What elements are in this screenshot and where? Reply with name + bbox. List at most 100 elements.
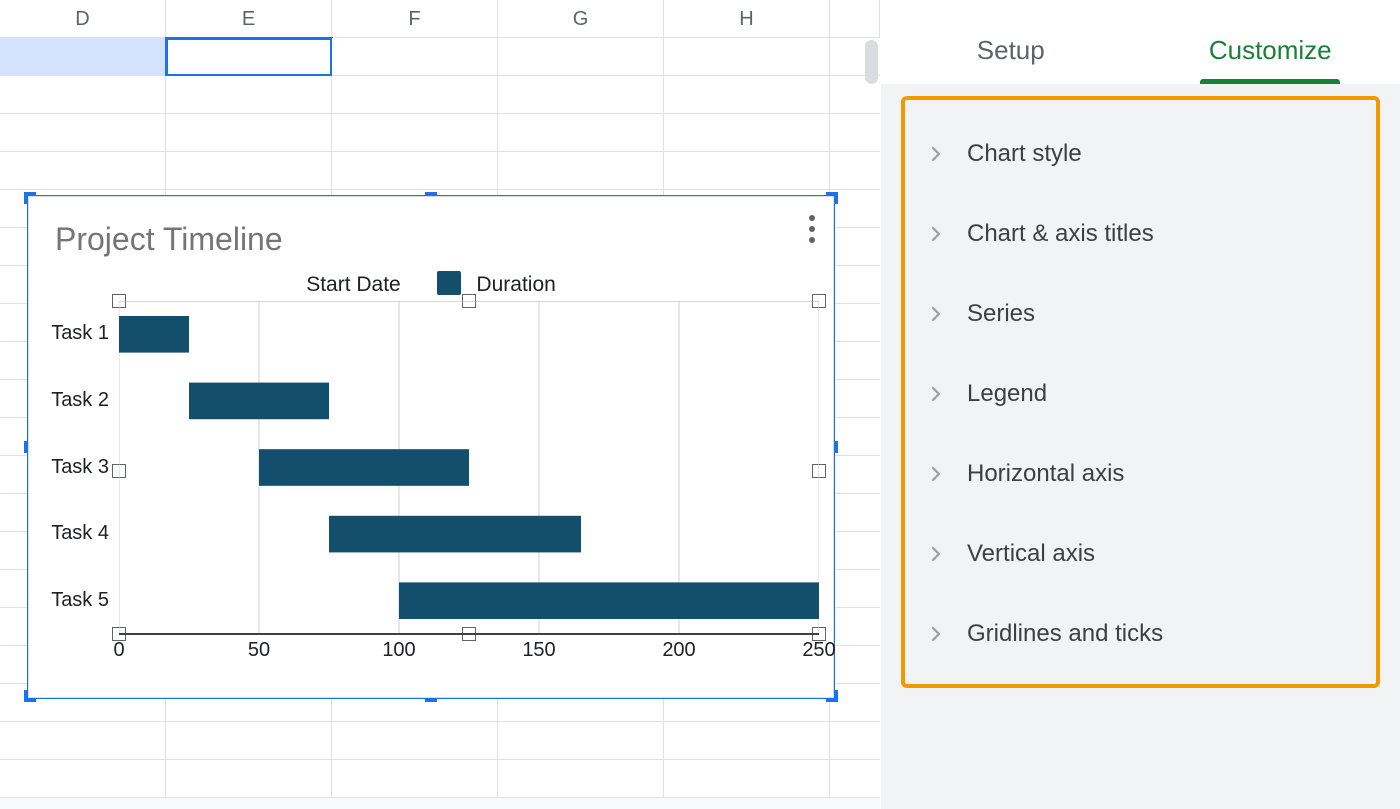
cell[interactable] <box>830 114 880 152</box>
x-tick-label: 200 <box>659 639 699 662</box>
row[interactable] <box>0 760 880 798</box>
y-tick-label: Task 2 <box>51 389 109 412</box>
bar-task 5[interactable] <box>399 582 819 619</box>
cell-h[interactable] <box>664 38 830 76</box>
column-headers-row: D E F G H <box>0 0 880 38</box>
chart-editor-panel: Setup Customize Chart style Chart & axis … <box>880 0 1400 809</box>
cell[interactable] <box>830 722 880 760</box>
cell[interactable] <box>498 114 664 152</box>
legend-series-2[interactable]: Duration <box>476 273 555 296</box>
cell[interactable] <box>0 152 166 190</box>
row[interactable] <box>0 722 880 760</box>
bar-task 4[interactable] <box>329 516 581 553</box>
cell[interactable] <box>498 722 664 760</box>
cell[interactable] <box>166 152 332 190</box>
cell[interactable] <box>664 114 830 152</box>
cell-d[interactable] <box>0 38 166 76</box>
legend-swatch-duration <box>437 271 461 295</box>
chevron-right-icon <box>927 465 945 483</box>
dot-icon <box>809 226 815 232</box>
chart-more-menu[interactable] <box>809 215 815 243</box>
cell[interactable] <box>332 760 498 798</box>
cell[interactable] <box>166 760 332 798</box>
y-tick-label: Task 5 <box>51 589 109 612</box>
customize-sections-highlight: Chart style Chart & axis titles Series Lege… <box>901 96 1380 688</box>
col-header-f[interactable]: F <box>332 0 498 37</box>
accordion-vertical-axis[interactable]: Vertical axis <box>915 514 1366 594</box>
cell[interactable] <box>498 760 664 798</box>
accordion-label: Chart & axis titles <box>967 220 1154 248</box>
y-tick-label: Task 1 <box>51 322 109 345</box>
cell-f[interactable] <box>332 38 498 76</box>
cell[interactable] <box>166 76 332 114</box>
accordion-gridlines-and-ticks[interactable]: Gridlines and ticks <box>915 594 1366 674</box>
legend-series-1[interactable]: Start Date <box>306 273 401 296</box>
chevron-right-icon <box>927 385 945 403</box>
col-header-h[interactable]: H <box>664 0 830 37</box>
accordion-label: Legend <box>967 380 1047 408</box>
accordion-series[interactable]: Series <box>915 274 1366 354</box>
accordion-label: Series <box>967 300 1035 328</box>
row[interactable] <box>0 152 880 190</box>
x-tick-label: 100 <box>379 639 419 662</box>
cell[interactable] <box>664 152 830 190</box>
customize-panel-body: Chart style Chart & axis titles Series Lege… <box>881 84 1400 809</box>
chart-embedded-object[interactable]: Project Timeline Start Date Duration Tas… <box>24 192 838 702</box>
vertical-scrollbar[interactable] <box>865 40 878 84</box>
x-tick-label: 150 <box>519 639 559 662</box>
cell[interactable] <box>664 76 830 114</box>
col-header-spacer <box>830 0 880 37</box>
cell[interactable] <box>166 114 332 152</box>
accordion-label: Vertical axis <box>967 540 1095 568</box>
cell[interactable] <box>830 760 880 798</box>
chevron-right-icon <box>927 225 945 243</box>
tab-setup[interactable]: Setup <box>881 35 1141 84</box>
cell[interactable] <box>0 760 166 798</box>
col-header-d[interactable]: D <box>0 0 166 37</box>
cell[interactable] <box>498 152 664 190</box>
bar-task 2[interactable] <box>189 383 329 420</box>
cell[interactable] <box>498 76 664 114</box>
chart-canvas[interactable]: Project Timeline Start Date Duration Tas… <box>28 196 834 698</box>
cell[interactable] <box>664 760 830 798</box>
tab-customize[interactable]: Customize <box>1141 35 1400 84</box>
cell[interactable] <box>664 722 830 760</box>
cell[interactable] <box>0 722 166 760</box>
cell[interactable] <box>0 76 166 114</box>
accordion-label: Chart style <box>967 140 1082 168</box>
bar-task 3[interactable] <box>259 449 469 486</box>
accordion-legend[interactable]: Legend <box>915 354 1366 434</box>
bar-task 1[interactable] <box>119 316 189 353</box>
chart-title[interactable]: Project Timeline <box>55 221 283 258</box>
accordion-label: Gridlines and ticks <box>967 620 1163 648</box>
row[interactable] <box>0 76 880 114</box>
dot-icon <box>809 237 815 243</box>
row[interactable] <box>0 114 880 152</box>
x-tick-label: 0 <box>99 639 139 662</box>
row-selected[interactable] <box>0 38 880 76</box>
cell-e-active[interactable] <box>166 38 332 76</box>
chart-plot-area[interactable]: Task 1Task 2Task 3Task 4Task 5 050100150… <box>119 301 819 661</box>
col-header-e[interactable]: E <box>166 0 332 37</box>
cell[interactable] <box>830 152 880 190</box>
cell[interactable] <box>332 114 498 152</box>
dot-icon <box>809 215 815 221</box>
y-tick-label: Task 4 <box>51 522 109 545</box>
cell[interactable] <box>332 76 498 114</box>
accordion-chart-axis-titles[interactable]: Chart & axis titles <box>915 194 1366 274</box>
cell[interactable] <box>0 114 166 152</box>
chart-legend[interactable]: Start Date Duration <box>29 271 833 297</box>
x-tick-label: 50 <box>239 639 279 662</box>
cell-g[interactable] <box>498 38 664 76</box>
chevron-right-icon <box>927 625 945 643</box>
accordion-chart-style[interactable]: Chart style <box>915 114 1366 194</box>
cell[interactable] <box>332 152 498 190</box>
accordion-horizontal-axis[interactable]: Horizontal axis <box>915 434 1366 514</box>
accordion-label: Horizontal axis <box>967 460 1124 488</box>
cell[interactable] <box>332 722 498 760</box>
chevron-right-icon <box>927 545 945 563</box>
col-header-g[interactable]: G <box>498 0 664 37</box>
chart-editor-tabs: Setup Customize <box>881 0 1400 84</box>
y-tick-label: Task 3 <box>51 456 109 479</box>
cell[interactable] <box>166 722 332 760</box>
